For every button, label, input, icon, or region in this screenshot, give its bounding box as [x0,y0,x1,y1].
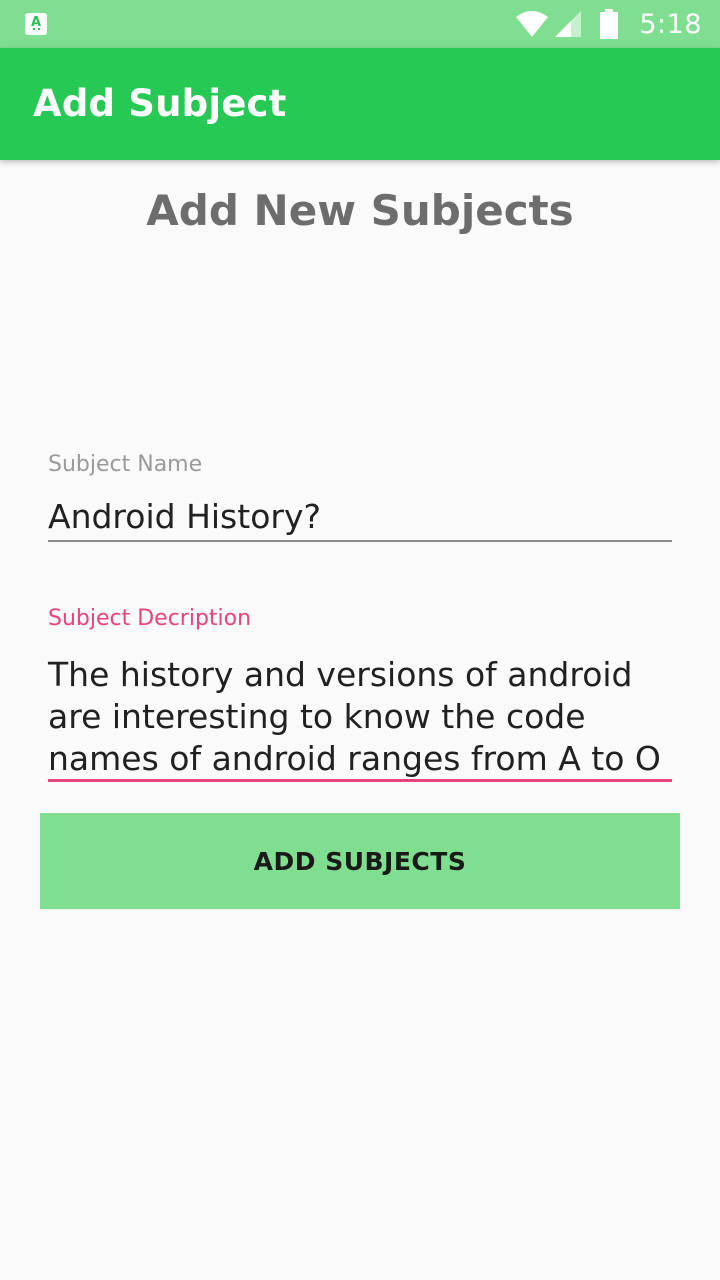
add-subjects-button[interactable]: ADD SUBJECTS [40,813,680,909]
status-time: 5:18 [639,8,702,40]
subject-name-underline [48,540,672,542]
battery-icon [600,9,619,39]
page-heading: Add New Subjects [146,186,574,235]
subject-name-input[interactable]: Android History? [48,497,672,536]
signal-icon [555,11,582,37]
subject-description-input[interactable]: The history and versions of android are … [48,654,672,780]
status-bar: A 5:18 [0,0,720,48]
status-icons: 5:18 [515,0,702,48]
app-bar-title: Add Subject [33,82,287,125]
android-app-icon: A [25,13,47,35]
app-bar: Add Subject [0,48,720,160]
subject-description-label: Subject Decription [48,606,252,631]
wifi-icon [516,11,549,37]
subject-description-underline [48,779,672,782]
subject-name-label: Subject Name [48,452,203,477]
